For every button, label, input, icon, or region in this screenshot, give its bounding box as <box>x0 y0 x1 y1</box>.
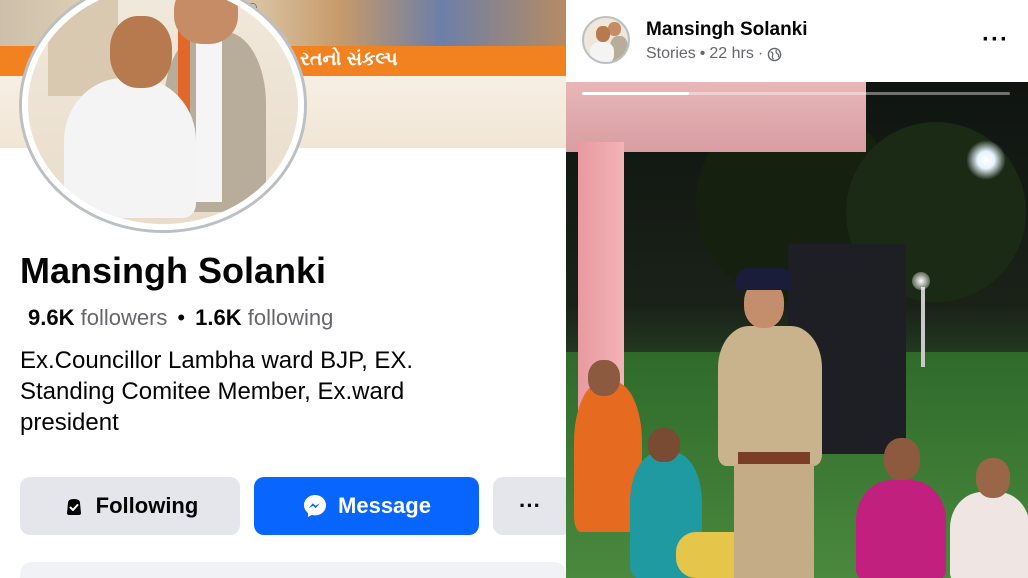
scene-person-head <box>648 428 680 462</box>
scene-person-pink <box>856 480 946 578</box>
followers-link[interactable]: 9.6K followers <box>28 305 167 330</box>
profile-panel: એ વિ રતનો સંકલ્પ Mansingh Solanki 9.6K f… <box>0 0 566 578</box>
followers-label: followers <box>80 305 168 330</box>
story-meta: Stories • 22 hrs · <box>646 45 782 63</box>
message-button[interactable]: Message <box>254 477 479 535</box>
scene-person-head <box>588 360 620 396</box>
story-media[interactable] <box>566 82 1028 578</box>
scene-officer-belt <box>738 452 810 464</box>
story-context: Stories <box>646 45 696 62</box>
scene-officer-trousers <box>734 464 814 578</box>
story-progress-fill <box>582 92 689 95</box>
followers-count: 9.6K <box>28 305 75 330</box>
story-more-button[interactable]: ··· <box>982 26 1009 54</box>
profile-lower-card <box>20 562 566 578</box>
profile-avatar[interactable] <box>22 0 304 230</box>
scene-person-white <box>950 492 1028 578</box>
scene-lamp <box>912 272 930 290</box>
globe-icon <box>767 47 782 61</box>
scene-officer-cap <box>736 268 792 290</box>
following-button-label: Following <box>95 493 199 518</box>
follow-check-icon <box>66 499 81 515</box>
more-dots-icon: ··· <box>519 493 541 518</box>
avatar-person-left-head <box>110 16 172 88</box>
story-panel: Mansingh Solanki Stories • 22 hrs · ··· <box>566 0 1028 578</box>
message-button-label: Message <box>338 493 431 518</box>
story-meta-dot: · <box>757 45 764 62</box>
following-label: following <box>247 305 334 330</box>
profile-bio: Ex.Councillor Lambha ward BJP, EX. Stand… <box>20 347 414 436</box>
profile-name: Mansingh Solanki <box>20 250 327 291</box>
scene-officer-uniform <box>718 326 822 466</box>
story-avatar-person-left <box>590 42 614 62</box>
scene-person-head <box>976 458 1010 498</box>
following-button[interactable]: Following <box>20 477 240 535</box>
scene-person-head <box>884 438 920 480</box>
story-author-name[interactable]: Mansingh Solanki <box>646 19 808 41</box>
following-link[interactable]: 1.6K following <box>195 305 333 330</box>
story-avatar-head-left <box>596 26 610 42</box>
profile-more-button[interactable]: ··· <box>493 477 566 535</box>
stats-separator: • <box>177 305 186 330</box>
story-progress-bar <box>582 92 1010 95</box>
cover-banner-text: રતનો સંકલ્પ <box>300 49 398 70</box>
story-author-avatar[interactable] <box>582 16 630 64</box>
scene-street-light <box>966 140 1006 180</box>
messenger-icon <box>304 495 327 517</box>
scene-lamp-pole <box>921 287 925 367</box>
following-count: 1.6K <box>195 305 242 330</box>
avatar-person-left-body <box>64 78 196 218</box>
follow-stats: 9.6K followers • 1.6K following <box>28 305 333 331</box>
avatar-person-right-shirt <box>196 32 222 202</box>
story-meta-separator: • <box>699 45 706 62</box>
story-time: 22 hrs <box>709 45 754 62</box>
story-header: Mansingh Solanki Stories • 22 hrs · ··· <box>566 0 1028 82</box>
